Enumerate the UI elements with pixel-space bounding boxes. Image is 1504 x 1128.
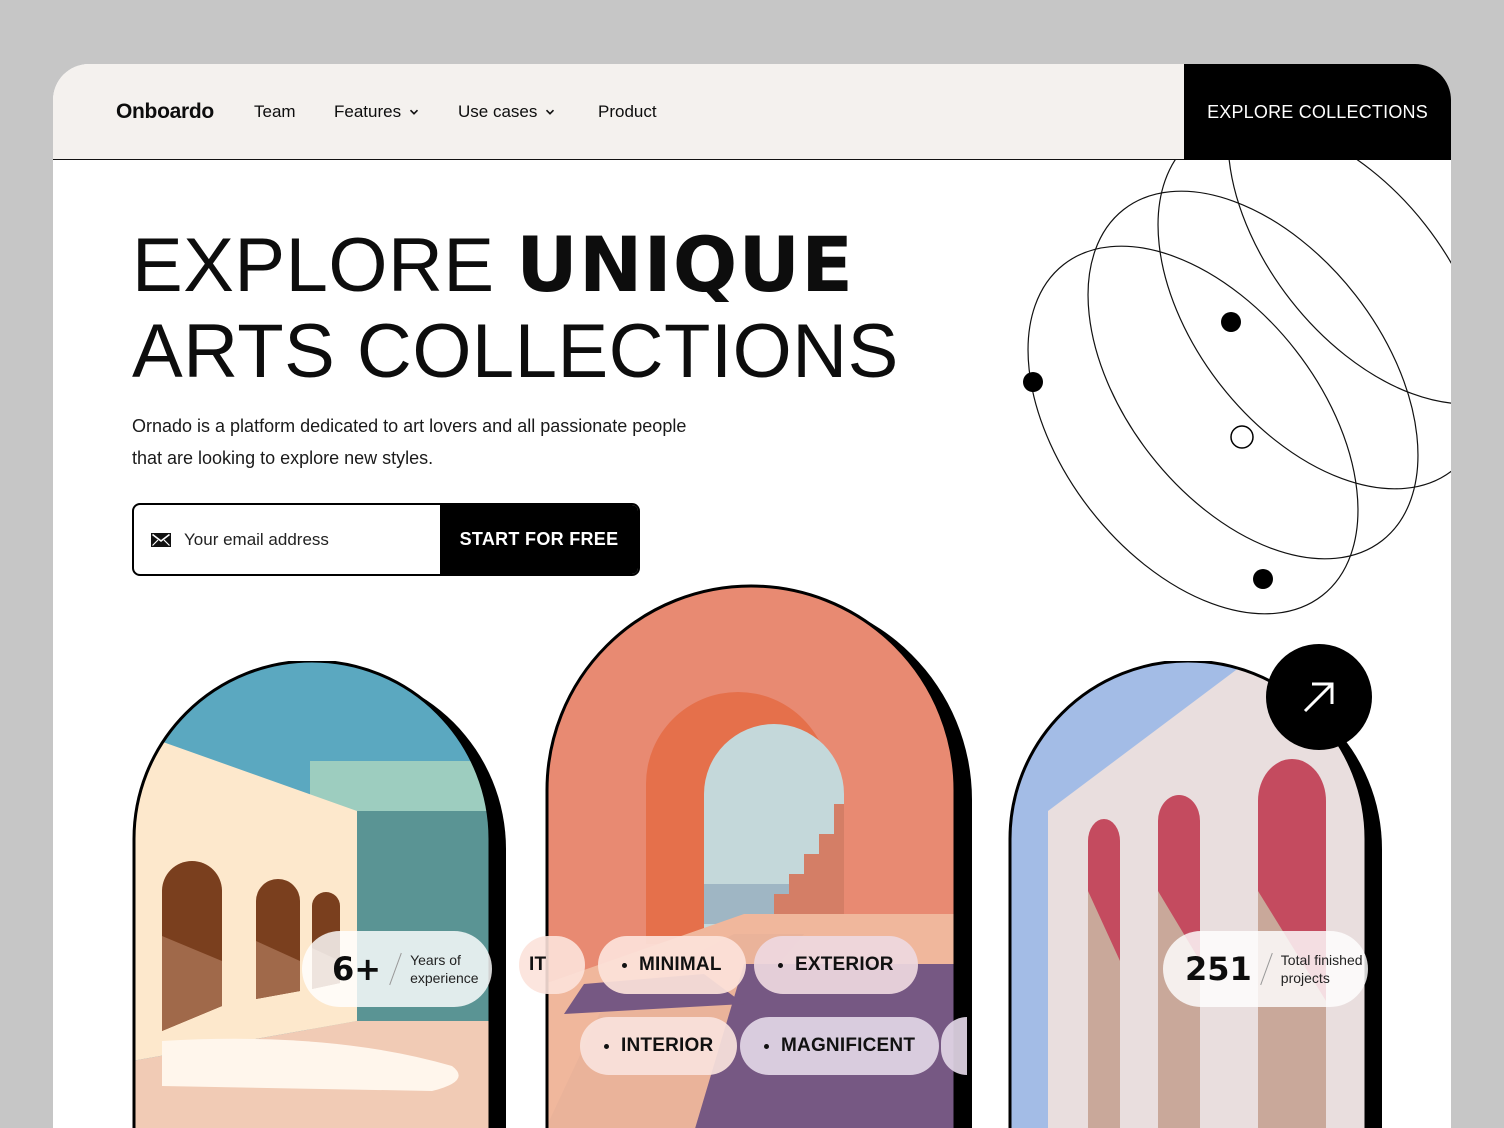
nav-item-label: Team [254, 102, 296, 121]
signup-form: START FOR FREE [132, 503, 640, 576]
tag-label: MINIMAL [639, 954, 722, 975]
stat-label-line2: projects [1280, 970, 1330, 986]
hero-title-line2: ARTS COLLECTIONS [132, 309, 899, 394]
orbit-dot [1221, 312, 1241, 332]
stat-divider [1260, 952, 1273, 986]
tag-label: IT [529, 954, 547, 975]
stat-label-line1: Total finished [1280, 952, 1363, 968]
tag-pill[interactable]: MAGNIFICENT [740, 1017, 940, 1075]
top-nav: Onboardo Team Features Use cases Product… [53, 64, 1451, 160]
explore-collections-button[interactable]: EXPLORE COLLECTIONS [1184, 64, 1451, 160]
hero-title-bold: UNIQUE [516, 220, 854, 309]
orbit-dot [1023, 372, 1043, 392]
stat-label-line2: experience [410, 970, 479, 986]
stat-label: Years of experience [410, 951, 479, 987]
hero-title: EXPLORE UNIQUE ARTS COLLECTIONS [132, 222, 899, 395]
chevron-down-icon [546, 109, 555, 115]
tag-label: EXTERIOR [795, 954, 894, 975]
nav-item-label: Product [598, 102, 657, 121]
bullet-dot [622, 962, 627, 968]
hero-subtitle: Ornado is a platform dedicated to art lo… [132, 416, 687, 468]
tag-pill[interactable]: EXTERIOR [754, 936, 918, 994]
hero-title-light: EXPLORE [132, 223, 517, 308]
mail-icon [151, 532, 171, 547]
nav-item-team[interactable]: Team [254, 102, 296, 122]
arrow-up-right-icon [1303, 682, 1334, 713]
bullet-dot [604, 1043, 609, 1049]
bullet-dot [764, 1043, 769, 1049]
tag-pill[interactable]: MINIMAL [598, 936, 746, 994]
open-collection-button[interactable] [1266, 644, 1372, 750]
tag-pill[interactable]: INTERIOR [580, 1017, 738, 1075]
page-frame: Onboardo Team Features Use cases Product… [53, 64, 1451, 1128]
stat-divider [389, 952, 402, 986]
orbit-dot [1253, 569, 1273, 589]
chevron-down-icon [410, 109, 419, 115]
tag-label: MAGNIFICENT [781, 1035, 916, 1056]
logo[interactable]: Onboardo [116, 100, 214, 124]
nav-item-label: Features [334, 102, 402, 121]
nav-item-features[interactable]: Features [334, 102, 419, 122]
stat-badge-projects: 251 Total finished projects [1163, 931, 1368, 1007]
tag-label: INTERIOR [621, 1035, 714, 1056]
nav-item-label: Use cases [458, 102, 538, 121]
arch-card-left[interactable] [132, 661, 512, 1128]
start-for-free-button[interactable]: START FOR FREE [440, 505, 638, 574]
tag-pill[interactable]: IT [519, 936, 585, 994]
stat-label: Total finished projects [1281, 951, 1363, 987]
stat-value: 6+ [332, 950, 382, 988]
email-field-wrap [134, 505, 440, 574]
nav-item-use-cases[interactable]: Use cases [458, 102, 555, 122]
orbit-dot-hollow [1230, 425, 1254, 449]
bullet-dot [778, 962, 783, 968]
stat-value: 251 [1185, 950, 1252, 988]
stat-badge-experience: 6+ Years of experience [302, 931, 492, 1007]
email-input[interactable] [184, 529, 424, 550]
stat-label-line1: Years of [410, 952, 461, 968]
orbit-illustration [1023, 160, 1451, 615]
nav-item-product[interactable]: Product [598, 102, 657, 122]
